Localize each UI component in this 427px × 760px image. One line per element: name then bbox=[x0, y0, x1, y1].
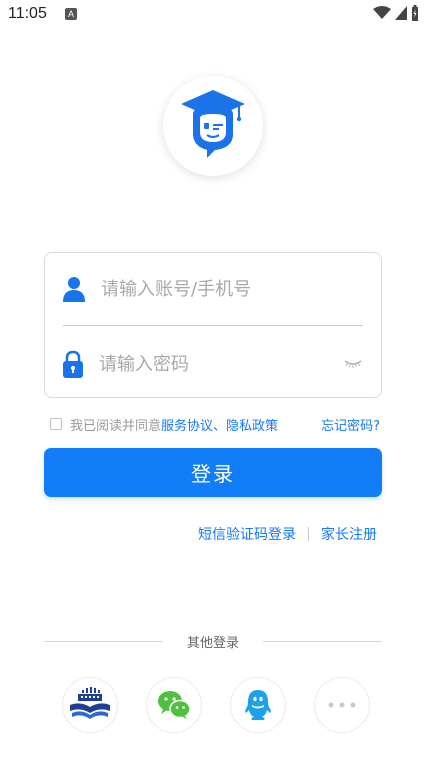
status-bar: 11:05 A bbox=[0, 0, 427, 30]
divider-left bbox=[44, 641, 163, 642]
account-field[interactable] bbox=[63, 259, 363, 319]
status-time: 11:05 bbox=[8, 5, 47, 22]
agreement-row: 我已阅读并同意 服务协议 、 隐私政策 忘记密码? bbox=[50, 414, 380, 434]
notification-a-icon: A bbox=[65, 8, 77, 20]
signal-icon bbox=[395, 6, 407, 20]
eye-closed-icon[interactable] bbox=[343, 358, 363, 370]
sms-login-link[interactable]: 短信验证码登录 bbox=[198, 524, 296, 544]
wifi-icon bbox=[373, 6, 391, 19]
other-login-header: 其他登录 bbox=[44, 632, 383, 651]
school-login-button[interactable] bbox=[62, 677, 118, 733]
password-field[interactable] bbox=[63, 334, 363, 394]
lock-icon bbox=[63, 350, 83, 378]
login-button[interactable]: 登录 bbox=[44, 448, 382, 497]
divider-right bbox=[263, 641, 383, 642]
wechat-login-button[interactable] bbox=[146, 677, 202, 733]
status-indicators bbox=[373, 5, 419, 21]
user-icon bbox=[63, 277, 85, 302]
battery-icon bbox=[412, 5, 418, 21]
app-logo bbox=[163, 76, 263, 176]
social-login-options bbox=[62, 677, 370, 733]
graduation-cap-chat-icon bbox=[181, 90, 245, 158]
privacy-policy-link[interactable]: 隐私政策 bbox=[226, 415, 278, 434]
school-book-icon bbox=[70, 687, 110, 719]
agreement-checkbox[interactable] bbox=[50, 418, 62, 430]
qq-login-button[interactable] bbox=[230, 677, 286, 733]
password-input[interactable] bbox=[97, 352, 343, 376]
other-login-title: 其他登录 bbox=[187, 636, 240, 651]
more-login-button[interactable] bbox=[314, 677, 370, 733]
qq-icon bbox=[245, 690, 271, 720]
more-icon bbox=[328, 702, 356, 708]
agreement-text: 我已阅读并同意 bbox=[70, 418, 162, 434]
agreement-separator: 、 bbox=[213, 418, 227, 434]
service-agreement-link[interactable]: 服务协议 bbox=[161, 415, 213, 434]
account-input[interactable] bbox=[99, 277, 363, 301]
field-divider bbox=[63, 325, 363, 326]
wechat-icon bbox=[158, 691, 191, 719]
forgot-password-link[interactable]: 忘记密码? bbox=[321, 415, 380, 434]
login-form bbox=[44, 252, 382, 398]
parent-register-link[interactable]: 家长注册 bbox=[321, 524, 377, 544]
alt-login-links: 短信验证码登录 家长注册 bbox=[198, 524, 377, 544]
link-divider bbox=[308, 527, 309, 541]
